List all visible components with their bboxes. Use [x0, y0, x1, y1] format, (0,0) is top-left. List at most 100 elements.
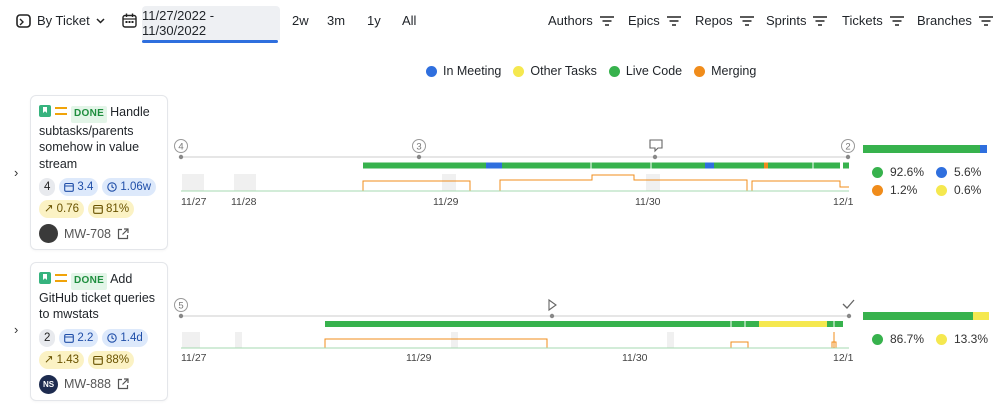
timeline-marker[interactable]: 2 — [841, 139, 855, 160]
date-label: 11/29 — [406, 352, 432, 364]
trend-value: 1.43 — [56, 353, 80, 366]
ticket-owner: MW-708 — [39, 224, 159, 243]
legend-label: In Meeting — [443, 64, 502, 78]
range-1y-button[interactable]: 1y — [367, 13, 381, 28]
trend-chip: ↗ 1.43 — [39, 350, 85, 369]
idle-block — [235, 332, 242, 348]
trend-value: 0.76 — [56, 203, 80, 215]
play-icon[interactable] — [548, 298, 557, 319]
date-range-picker[interactable]: 11/27/2022 - 11/30/2022 — [142, 6, 280, 40]
ticket-timeline: 5 11/27 11/29 11/30 12/1 — [172, 296, 856, 371]
sprints-filter-label: Sprints — [766, 13, 807, 28]
chevron-down-icon — [96, 17, 105, 24]
date-label: 12/1 — [833, 352, 854, 364]
date-range-value: 11/27/2022 - 11/30/2022 — [142, 8, 215, 38]
svg-text:4: 4 — [178, 142, 183, 153]
sprints-filter[interactable]: Sprints — [766, 13, 828, 28]
timeline-chart: 4 3 2 — [174, 139, 855, 192]
percent-value: 81% — [106, 203, 130, 215]
duration-value: 1.06w — [120, 181, 152, 193]
trend-arrow-icon: ↗ — [44, 353, 54, 366]
ticket-row: › DONE Add GitHub ticket queries to mwsta… — [0, 262, 999, 402]
ticket-key-link[interactable]: MW-888 — [64, 377, 111, 391]
range-3m-button[interactable]: 3m — [327, 13, 345, 28]
ticket-owner: NS MW-888 — [39, 374, 159, 394]
date-label: 11/30 — [622, 352, 648, 364]
medium-priority-icon — [55, 274, 67, 282]
medium-priority-icon — [55, 107, 67, 115]
stat-value: 13.3% — [954, 332, 989, 346]
duration-chip: 1.4d — [102, 328, 148, 347]
stat-value: 5.6% — [954, 165, 982, 179]
stat-dot — [872, 166, 883, 178]
percent-value: 88% — [106, 353, 130, 366]
stat-dot — [936, 184, 947, 196]
epics-filter[interactable]: Epics — [628, 13, 681, 28]
authors-filter[interactable]: Authors — [548, 13, 614, 28]
activity-summary: 86.7% 13.3% — [863, 312, 993, 352]
legend-label: Other Tasks — [530, 64, 597, 78]
commit-count-chip: 4 — [39, 178, 56, 196]
repos-filter[interactable]: Repos — [695, 13, 754, 28]
status-badge: DONE — [71, 106, 108, 123]
group-by-dropdown[interactable]: By Ticket — [16, 13, 105, 28]
date-label: 11/30 — [635, 196, 661, 208]
calendar-icon[interactable] — [122, 13, 137, 28]
stat-dot — [936, 333, 947, 345]
activity-bar[interactable] — [325, 321, 843, 327]
clock-icon — [107, 332, 118, 343]
duration-chip: 1.06w — [102, 178, 157, 196]
commit-count-chip: 2 — [39, 328, 56, 347]
summary-bar-live-code — [863, 145, 980, 153]
stat-value: 92.6% — [890, 165, 925, 179]
activity-legend: In Meeting Other Tasks Live Code Merging — [426, 64, 756, 78]
toolbar: By Ticket 11/27/2022 - 11/30/2022 2w 3m … — [0, 0, 999, 46]
branches-filter[interactable]: Branches — [917, 13, 993, 28]
timeline-marker[interactable]: 4 — [174, 139, 188, 160]
legend-dot — [426, 65, 437, 77]
branches-filter-label: Branches — [917, 13, 972, 28]
filter-icon — [666, 15, 681, 26]
check-icon[interactable] — [842, 299, 855, 319]
trend-arrow-icon: ↗ — [44, 203, 54, 215]
summary-bar-live-code — [863, 312, 973, 320]
tickets-filter[interactable]: Tickets — [842, 13, 904, 28]
group-by-label: By Ticket — [37, 13, 90, 28]
legend-dot — [694, 65, 706, 77]
filter-icon — [978, 15, 993, 26]
date-label: 11/27 — [181, 352, 207, 364]
range-2w-button[interactable]: 2w — [292, 13, 309, 28]
summary-bar-in-meeting — [980, 145, 987, 153]
external-link-icon[interactable] — [117, 378, 129, 390]
stat-dot — [872, 184, 883, 196]
activity-bar[interactable] — [363, 162, 849, 169]
merging-stat: 1.2% — [872, 183, 917, 197]
comment-icon[interactable] — [649, 139, 663, 160]
stat-value: 86.7% — [890, 332, 925, 346]
ticket-metrics: 4 3.4 1.06w ↗ 0.76 81% — [39, 178, 159, 218]
date-range-active-indicator — [142, 40, 278, 43]
ticket-timeline: 4 3 2 11/27 11/28 11/29 11/30 12/1 — [172, 135, 856, 210]
idle-block — [646, 174, 660, 191]
svg-text:2: 2 — [845, 142, 850, 153]
ticket-card[interactable]: DONE Add GitHub ticket queries to mwstats… — [30, 262, 168, 401]
ticket-card[interactable]: DONE Handle subtasks/parents somehow in v… — [30, 95, 168, 250]
expand-row-chevron-icon[interactable]: › — [14, 165, 18, 180]
in-meeting-stat: 5.6% — [936, 165, 981, 179]
timeline-marker[interactable]: 3 — [412, 139, 426, 160]
group-by-icon — [16, 13, 31, 28]
calendar-check-icon — [93, 355, 103, 365]
epics-filter-label: Epics — [628, 13, 660, 28]
svg-text:5: 5 — [178, 301, 183, 312]
idle-block — [451, 332, 458, 348]
calendar-icon — [64, 182, 75, 192]
timeline-marker[interactable]: 5 — [174, 298, 188, 319]
range-all-button[interactable]: All — [402, 13, 416, 28]
expand-row-chevron-icon[interactable]: › — [14, 322, 18, 337]
filter-icon — [889, 15, 904, 26]
date-label: 11/29 — [433, 196, 459, 208]
summary-bar-other-tasks — [973, 312, 989, 320]
ticket-key-link[interactable]: MW-708 — [64, 227, 111, 241]
repos-filter-label: Repos — [695, 13, 733, 28]
external-link-icon[interactable] — [117, 227, 129, 240]
